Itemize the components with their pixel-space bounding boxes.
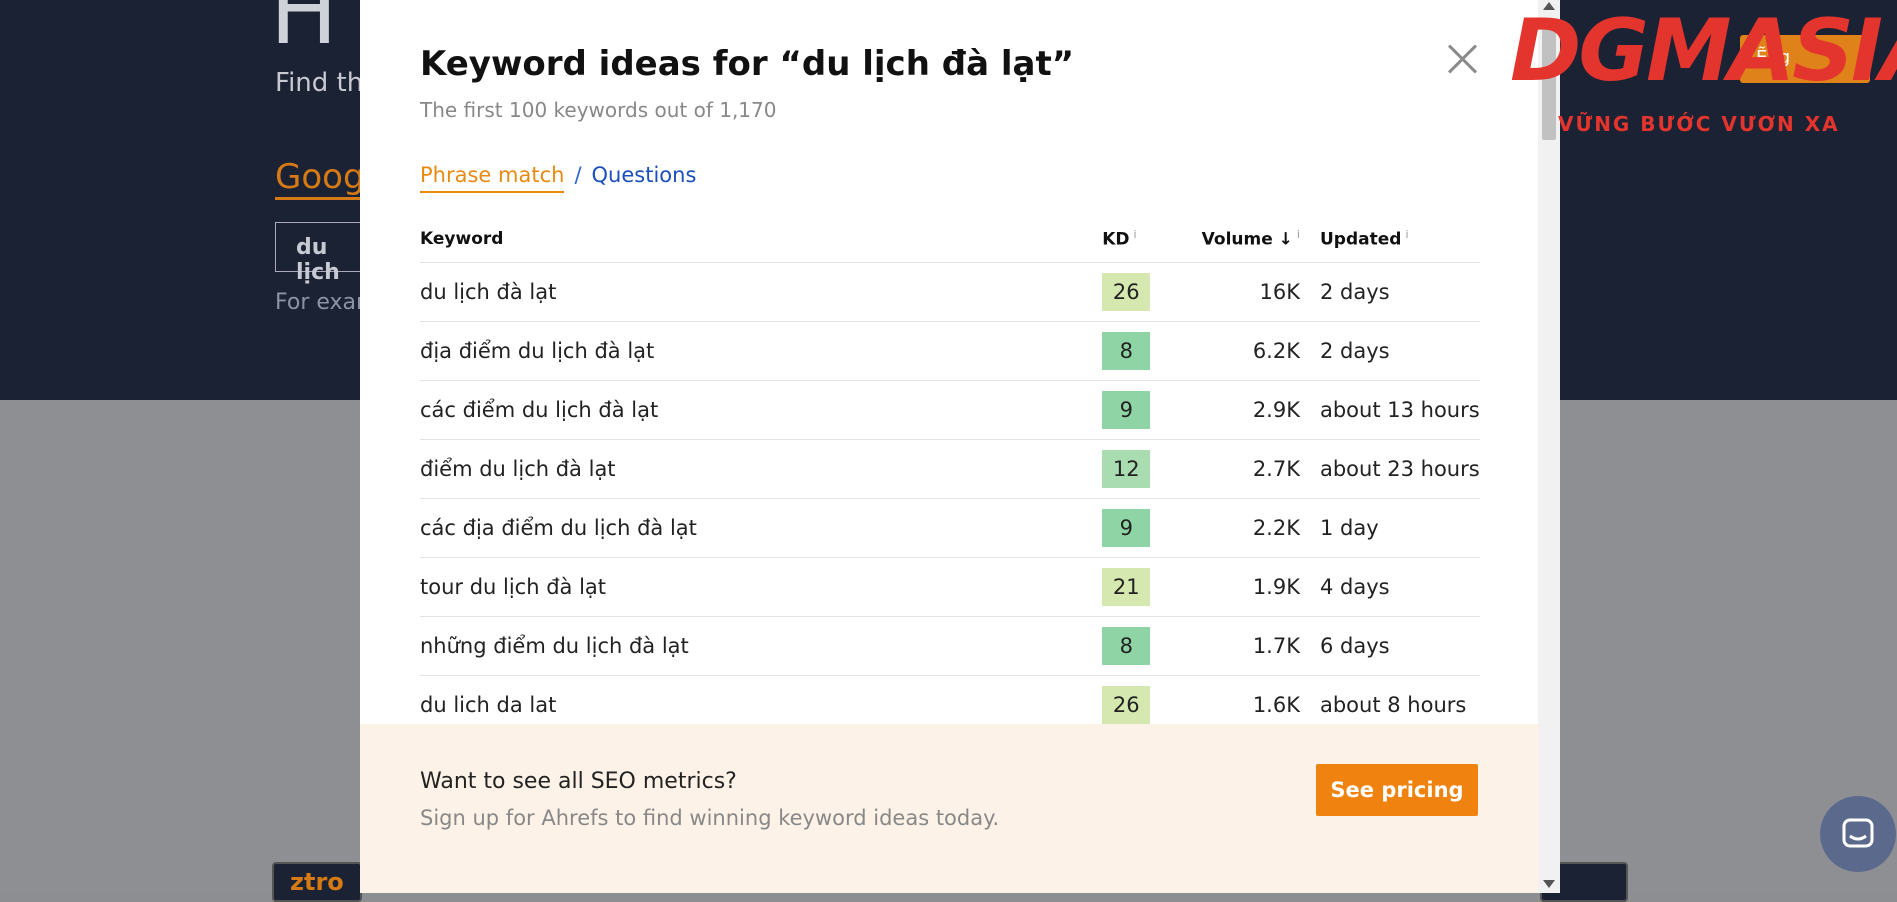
updated-cell: 6 days	[1319, 616, 1480, 676]
table-row[interactable]: các địa điểm du lịch đà lạt 9 2.2K 1 day	[420, 498, 1480, 558]
logo-wordmark: DGMASIA	[1510, 1, 1897, 101]
updated-cell: 2 days	[1319, 262, 1480, 322]
header-kd: KD i	[1102, 216, 1191, 263]
sort-arrow-icon: ↓	[1278, 229, 1293, 250]
kd-cell: 8	[1102, 321, 1191, 381]
info-icon[interactable]: i	[1134, 228, 1137, 241]
match-tabs: Phrase match / Questions	[420, 163, 696, 193]
page-heading-fragment: H	[270, 0, 338, 65]
kd-badge: 12	[1102, 450, 1151, 488]
info-icon[interactable]: i	[1297, 228, 1300, 241]
table-header-row: Keyword KD i Volume ↓ i Updated i	[420, 216, 1480, 263]
kd-cell: 12	[1102, 439, 1191, 499]
volume-cell: 2.9K	[1190, 380, 1320, 440]
keyword-cell[interactable]: điểm du lịch đà lạt	[420, 439, 1103, 499]
modal-subtitle: The first 100 keywords out of 1,170	[420, 98, 777, 122]
keyword-table: Keyword KD i Volume ↓ i Updated i du lịch đ…	[420, 216, 1480, 735]
chat-icon	[1842, 818, 1874, 848]
volume-cell: 1.7K	[1190, 616, 1320, 676]
updated-cell: about 23 hours	[1319, 439, 1480, 499]
brand-logo: DGMASIA VỮNG BƯỚC VƯƠN XA	[1510, 1, 1897, 138]
logo-slogan: VỮNG BƯỚC VƯƠN XA	[1558, 112, 1840, 136]
kd-badge: 26	[1102, 273, 1151, 311]
page-subtitle-fragment: Find th	[275, 68, 364, 98]
see-pricing-button[interactable]: See pricing	[1316, 764, 1478, 816]
table-row[interactable]: địa điểm du lịch đà lạt 8 6.2K 2 days	[420, 321, 1480, 381]
scroll-down-icon[interactable]	[1543, 880, 1555, 888]
volume-cell: 16K	[1190, 262, 1320, 322]
tab-separator: /	[574, 163, 582, 187]
info-icon[interactable]: i	[1405, 228, 1408, 241]
header-volume[interactable]: Volume ↓ i	[1190, 216, 1320, 263]
chat-support-icon[interactable]	[1820, 796, 1896, 872]
table-row[interactable]: những điểm du lịch đà lạt 8 1.7K 6 days	[420, 616, 1480, 676]
table-row[interactable]: tour du lịch đà lạt 21 1.9K 4 days	[420, 557, 1480, 617]
kd-badge: 8	[1102, 332, 1151, 370]
keyword-cell[interactable]: các điểm du lịch đà lạt	[420, 380, 1103, 440]
keyword-ideas-modal: Keyword ideas for “du lịch đà lạt” The f…	[360, 0, 1560, 893]
kd-badge: 26	[1102, 686, 1151, 724]
kd-cell: 26	[1102, 262, 1191, 322]
kd-cell: 8	[1102, 616, 1191, 676]
kd-cell: 9	[1102, 380, 1191, 440]
keyword-cell[interactable]: các địa điểm du lịch đà lạt	[420, 498, 1103, 558]
bottom-card-left: ztro	[272, 862, 362, 902]
keyword-cell[interactable]: những điểm du lịch đà lạt	[420, 616, 1103, 676]
kd-badge: 21	[1102, 568, 1151, 606]
keyword-cell[interactable]: du lịch đà lạt	[420, 262, 1103, 322]
promo-title: Want to see all SEO metrics?	[420, 769, 737, 794]
volume-cell: 6.2K	[1190, 321, 1320, 381]
table-row[interactable]: điểm du lịch đà lạt 12 2.7K about 23 hours	[420, 439, 1480, 499]
table-row[interactable]: du lịch đà lạt 26 16K 2 days	[420, 262, 1480, 322]
header-updated: Updated i	[1319, 216, 1480, 263]
keyword-cell[interactable]: tour du lịch đà lạt	[420, 557, 1103, 617]
updated-cell: 2 days	[1319, 321, 1480, 381]
keyword-cell[interactable]: địa điểm du lịch đà lạt	[420, 321, 1103, 381]
modal-title: Keyword ideas for “du lịch đà lạt”	[420, 44, 1075, 84]
kd-cell: 21	[1102, 557, 1191, 617]
kd-badge: 8	[1102, 627, 1151, 665]
close-icon[interactable]	[1445, 42, 1479, 76]
volume-cell: 2.7K	[1190, 439, 1320, 499]
tab-questions[interactable]: Questions	[592, 163, 697, 193]
kd-cell: 9	[1102, 498, 1191, 558]
header-keyword: Keyword	[420, 216, 1103, 263]
google-tab-link[interactable]: Goog	[275, 157, 365, 200]
kd-badge: 9	[1102, 391, 1151, 429]
tab-phrase-match[interactable]: Phrase match	[420, 163, 565, 193]
kd-badge: 9	[1102, 509, 1151, 547]
volume-cell: 2.2K	[1190, 498, 1320, 558]
updated-cell: 4 days	[1319, 557, 1480, 617]
updated-cell: 1 day	[1319, 498, 1480, 558]
table-row[interactable]: các điểm du lịch đà lạt 9 2.9K about 13 hou…	[420, 380, 1480, 440]
promo-banner: Want to see all SEO metrics? Sign up for…	[360, 724, 1538, 893]
updated-cell: about 13 hours	[1319, 380, 1480, 440]
volume-cell: 1.9K	[1190, 557, 1320, 617]
promo-text: Sign up for Ahrefs to find winning keywo…	[420, 806, 1000, 830]
